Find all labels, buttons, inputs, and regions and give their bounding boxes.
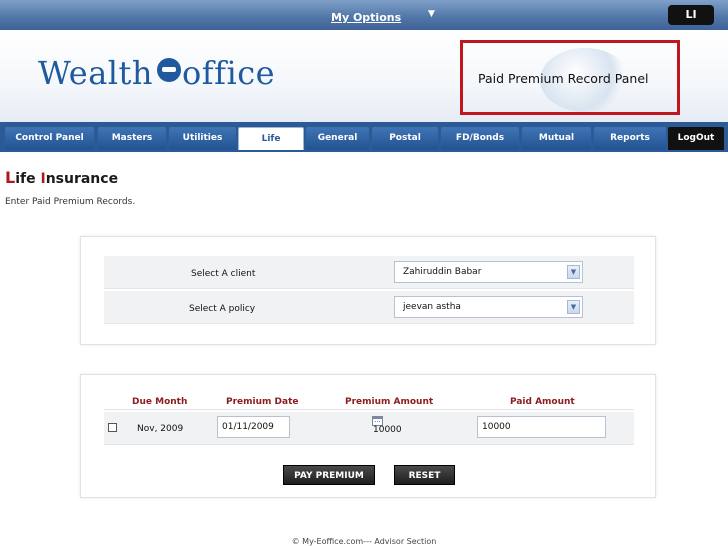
tab-fd-bonds[interactable]: FD/Bonds	[441, 127, 519, 150]
col-header-paid-amount: Paid Amount	[510, 397, 575, 407]
due-month-cell: Nov, 2009	[137, 424, 184, 434]
col-header-premium-date: Premium Date	[226, 397, 299, 407]
client-label: Select A client	[191, 269, 256, 279]
table-row: Nov, 2009 01/11/2009 10000 10000	[104, 412, 634, 445]
client-select-value: Zahiruddin Babar	[403, 267, 482, 277]
reset-button[interactable]: RESET	[394, 465, 455, 485]
tab-mutual[interactable]: Mutual	[522, 127, 591, 150]
paid-amount-input[interactable]: 10000	[477, 416, 606, 438]
title-cap-l: L	[5, 168, 16, 187]
title-rest-2: nsurance	[45, 171, 119, 187]
tab-masters[interactable]: Masters	[98, 127, 166, 150]
policy-select[interactable]: jeevan astha ▼	[394, 296, 583, 318]
chevron-down-icon[interactable]: ▼	[428, 9, 435, 19]
page-title: Life Insurance	[5, 168, 118, 187]
pay-premium-button[interactable]: PAY PREMIUM	[283, 465, 375, 485]
title-rest-1: ife	[15, 171, 41, 187]
li-badge: LI	[668, 5, 714, 25]
page-subtitle: Enter Paid Premium Records.	[5, 197, 136, 207]
tab-life[interactable]: Life	[238, 127, 304, 150]
page: My Options ▼ LI Wealth office Paid Premiu…	[0, 0, 728, 546]
client-selection-panel: Select A client Zahiruddin Babar ▼ Selec…	[80, 236, 656, 345]
client-select[interactable]: Zahiruddin Babar ▼	[394, 261, 583, 283]
logout-button[interactable]: LogOut	[668, 127, 724, 150]
row-checkbox[interactable]	[108, 423, 117, 432]
logo-e-icon	[157, 58, 181, 82]
my-options-link[interactable]: My Options	[331, 11, 401, 24]
tab-general[interactable]: General	[306, 127, 369, 150]
policy-row: Select A policy jeevan astha ▼	[104, 291, 634, 324]
wealth-eoffice-logo: Wealth office	[38, 54, 275, 92]
col-header-due-month: Due Month	[132, 397, 188, 407]
logo-text-right: office	[182, 54, 276, 92]
top-bar: My Options ▼ LI	[0, 0, 728, 30]
footer: © My-Eoffice.com--- Advisor Section	[291, 537, 437, 546]
premium-amount-cell: 10000	[373, 425, 402, 435]
col-header-premium-amount: Premium Amount	[345, 397, 434, 407]
policy-label: Select A policy	[189, 304, 256, 314]
chevron-down-icon[interactable]: ▼	[567, 300, 580, 314]
tab-utilities[interactable]: Utilities	[169, 127, 236, 150]
panel-callout: Paid Premium Record Panel	[460, 40, 680, 115]
client-row: Select A client Zahiruddin Babar ▼	[104, 256, 634, 289]
main-nav: Control Panel Masters Utilities Life Gen…	[0, 122, 728, 152]
premium-records-panel: Due Month Premium Date Premium Amount Pa…	[80, 374, 656, 498]
premium-date-input[interactable]: 01/11/2009	[217, 416, 290, 438]
policy-select-value: jeevan astha	[403, 302, 461, 312]
chevron-down-icon[interactable]: ▼	[567, 265, 580, 279]
tab-control-panel[interactable]: Control Panel	[5, 127, 94, 150]
table-divider	[104, 409, 634, 410]
tab-reports[interactable]: Reports	[594, 127, 666, 150]
logo-text-left: Wealth	[38, 54, 153, 92]
tab-postal[interactable]: Postal	[372, 127, 438, 150]
